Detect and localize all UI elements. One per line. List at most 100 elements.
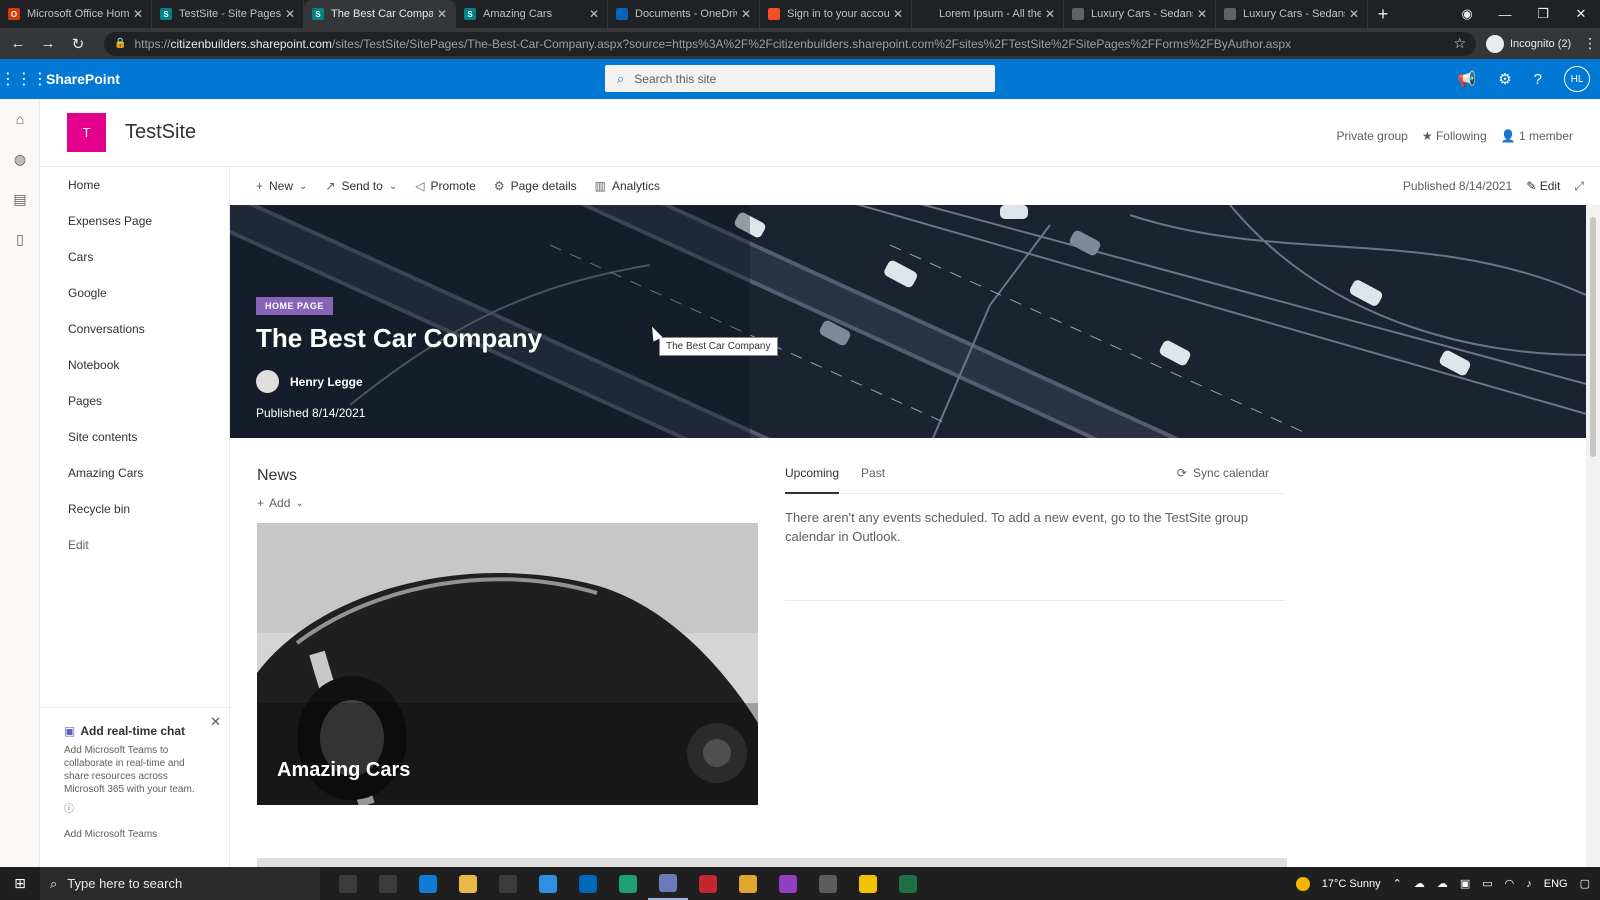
close-icon[interactable]: ✕ [285,7,295,21]
browser-tab[interactable]: S Amazing Cars ✕ [456,0,608,28]
browser-tab[interactable]: O Microsoft Office Home ✕ [0,0,152,28]
reload-button[interactable]: ↻ [66,35,90,53]
back-button[interactable]: ← [6,35,30,52]
nav-item[interactable]: Recycle bin [40,491,229,527]
sync-calendar-button[interactable]: ⟳ Sync calendar [1177,466,1269,480]
close-window-button[interactable]: ✕ [1562,6,1600,22]
restore-button[interactable]: ❐ [1524,6,1562,22]
browser-menu-icon[interactable]: ⋮ [1583,35,1597,52]
home-icon[interactable]: ⌂ [0,99,40,139]
address-bar[interactable]: 🔒 https://citizenbuilders.sharepoint.com… [104,31,1476,56]
minimize-button[interactable]: — [1486,7,1524,22]
language-indicator[interactable]: ENG [1544,878,1568,890]
send-to-button[interactable]: ↗ Send to ⌄ [325,179,397,193]
browser-tab[interactable]: S TestSite - Site Pages - ✕ [152,0,304,28]
nav-item[interactable]: Amazing Cars [40,455,229,491]
notification-icon[interactable]: ▢ [1580,877,1590,890]
document-icon[interactable]: ▯ [0,219,40,259]
news-icon[interactable]: ▤ [0,179,40,219]
site-search-input[interactable]: ⌕ Search this site [605,65,995,92]
tab-search-icon[interactable]: ◉ [1448,6,1486,22]
nav-item[interactable]: Home [40,167,229,203]
news-card[interactable]: Amazing Cars [257,523,758,805]
taskbar-app-icon[interactable] [488,867,528,900]
close-icon[interactable]: ✕ [133,7,143,21]
nav-item[interactable]: Cars [40,239,229,275]
app-launcher-icon[interactable]: ⋮⋮⋮ [0,69,48,89]
page-details-button[interactable]: ⚙ Page details [494,179,577,193]
chevron-up-icon[interactable]: ⌃ [1393,877,1402,890]
nav-item[interactable]: Pages [40,383,229,419]
nav-item[interactable]: Conversations [40,311,229,347]
browser-tab[interactable]: S The Best Car Company ✕ [304,0,456,28]
close-icon[interactable]: ✕ [1197,7,1207,21]
cloud-icon[interactable]: ☁ [1414,877,1425,890]
nav-edit-link[interactable]: Edit [40,527,229,563]
add-news-button[interactable]: + Add ⌄ [257,496,304,510]
add-teams-link[interactable]: Add Microsoft Teams [64,829,205,840]
info-icon[interactable]: ⓘ [64,800,205,815]
battery-icon[interactable]: ▭ [1482,877,1492,890]
help-icon[interactable]: ? [1534,71,1542,88]
new-button[interactable]: + New ⌄ [256,179,307,193]
taskbar-app-icon[interactable] [648,867,688,900]
close-icon[interactable]: ✕ [210,714,221,730]
megaphone-icon[interactable]: 📢 [1458,70,1477,88]
page-scrollbar[interactable] [1586,205,1600,867]
browser-tab[interactable]: Luxury Cars - Sedans, ✕ [1064,0,1216,28]
news-card-title[interactable]: Amazing Cars [277,759,410,782]
author-byline[interactable]: Henry Legge [256,370,363,393]
taskbar-app-icon[interactable] [848,867,888,900]
browser-tab[interactable]: Luxury Cars - Sedans, ✕ [1216,0,1368,28]
scrollbar-thumb[interactable] [1590,217,1596,457]
sharepoint-brand[interactable]: SharePoint [46,71,120,87]
forward-button[interactable]: → [36,35,60,52]
close-icon[interactable]: ✕ [1045,7,1055,21]
windows-start-icon[interactable]: ⊞ [0,875,40,892]
profile-button[interactable]: Incognito (2) [1486,34,1571,53]
new-tab-button[interactable]: + [1368,0,1398,28]
site-logo[interactable]: T [67,113,106,152]
close-icon[interactable]: ✕ [589,7,599,21]
tab-past[interactable]: Past [861,462,885,494]
expand-icon[interactable]: ⤢ [1574,179,1584,194]
site-title[interactable]: TestSite [125,121,196,144]
members-button[interactable]: 👤 1 member [1501,129,1573,143]
taskbar-app-icon[interactable] [608,867,648,900]
edit-page-button[interactable]: ✎ Edit [1526,179,1560,193]
taskbar-app-icon[interactable] [768,867,808,900]
browser-tab[interactable]: Sign in to your accoun ✕ [760,0,912,28]
taskbar-search-input[interactable]: ⌕ Type here to search [40,867,320,900]
following-button[interactable]: ★ Following [1422,129,1487,143]
promote-button[interactable]: ◁ Promote [415,179,476,193]
browser-tab[interactable]: Lorem Ipsum - All the ✕ [912,0,1064,28]
nav-item[interactable]: Notebook [40,347,229,383]
analytics-button[interactable]: ▥ Analytics [595,179,660,193]
taskbar-app-icon[interactable] [888,867,928,900]
browser-tab[interactable]: Documents - OneDrive ✕ [608,0,760,28]
nav-item[interactable]: Site contents [40,419,229,455]
close-icon[interactable]: ✕ [741,7,751,21]
network-icon[interactable]: ▣ [1460,877,1470,890]
nav-item[interactable]: Expenses Page [40,203,229,239]
taskbar-app-icon[interactable] [448,867,488,900]
user-avatar[interactable]: HL [1564,66,1590,92]
taskbar-app-icon[interactable] [808,867,848,900]
taskbar-app-icon[interactable] [528,867,568,900]
gear-icon[interactable]: ⚙ [1498,70,1511,88]
taskbar-app-icon[interactable] [568,867,608,900]
taskbar-app-icon[interactable] [688,867,728,900]
taskbar-app-icon[interactable] [408,867,448,900]
taskbar-app-icon[interactable] [328,867,368,900]
close-icon[interactable]: ✕ [1349,7,1359,21]
close-icon[interactable]: ✕ [893,7,903,21]
taskbar-app-icon[interactable] [368,867,408,900]
close-icon[interactable]: ✕ [437,7,447,21]
tab-upcoming[interactable]: Upcoming [785,462,840,494]
wifi-icon[interactable]: ◠ [1505,877,1515,890]
weather-text[interactable]: 17°C Sunny [1322,878,1381,890]
globe-icon[interactable]: ◍ [0,139,40,179]
taskbar-app-icon[interactable] [728,867,768,900]
bookmark-star-icon[interactable]: ☆ [1453,35,1466,52]
onedrive-icon[interactable]: ☁ [1437,877,1448,890]
